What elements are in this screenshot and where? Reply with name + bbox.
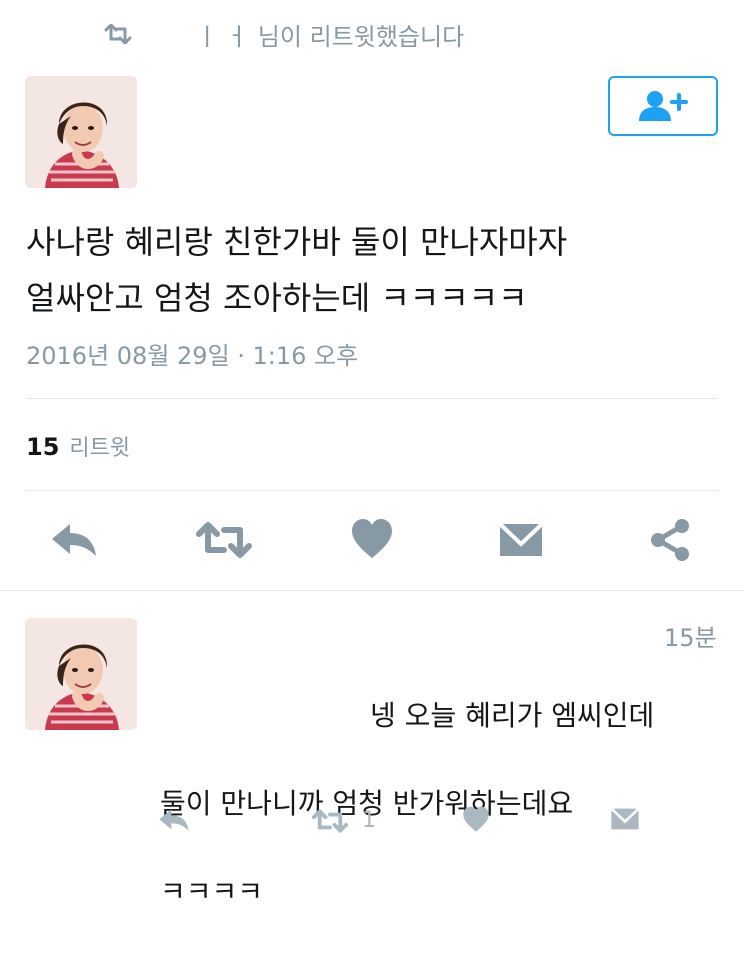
reply-retweet-count: 1 (362, 808, 376, 833)
reply-text-line: 넹 오늘 혜리가 엠씨인데 (370, 699, 655, 732)
divider (26, 398, 718, 399)
reply-timestamp[interactable]: 15분 (664, 618, 717, 653)
share-button[interactable] (648, 518, 692, 562)
reply-text: 넹 오늘 혜리가 엠씨인데 둘이 만나니까 엄청 반가워하는데요 ㅋㅋㅋㅋ (160, 650, 720, 958)
retweet-button[interactable] (196, 522, 252, 558)
retweet-context-text: 님이 리트윗했습니다 (257, 22, 465, 51)
share-icon (648, 518, 692, 562)
retweet-icon (312, 808, 348, 833)
retweeter-name[interactable]: ㅣ ㅓ (196, 17, 248, 52)
heart-icon (350, 518, 394, 560)
retweet-stats[interactable]: 15 리트윗 (26, 430, 130, 462)
retweet-icon (104, 24, 132, 44)
divider (26, 490, 718, 491)
reply-retweet-button[interactable]: 1 (312, 808, 376, 833)
envelope-icon (610, 806, 640, 832)
reply-icon (158, 808, 190, 832)
reply-message-button[interactable] (610, 806, 640, 832)
message-button[interactable] (498, 520, 544, 560)
retweet-icon (196, 522, 252, 558)
author-avatar[interactable] (25, 76, 137, 188)
retweet-context: ㅣ ㅓ 님이 리트윗했습니다 (104, 17, 465, 52)
reply-reply-button[interactable] (158, 808, 190, 832)
section-divider (0, 590, 744, 591)
reply-button[interactable] (50, 522, 98, 558)
retweet-count: 15 (26, 433, 60, 461)
reply-icon (50, 522, 98, 558)
retweet-count-label: 리트윗 (69, 436, 131, 461)
tweet-timestamp[interactable]: 2016년 08월 29일 · 1:16 오후 (26, 336, 358, 371)
heart-icon (462, 806, 490, 833)
reply-like-button[interactable] (462, 806, 490, 833)
tweet-text: 사나랑 혜리랑 친한가바 둘이 만나자마자 얼싸안고 엄청 조아하는데 ㅋㅋㅋㅋ… (26, 223, 568, 317)
envelope-icon (498, 520, 544, 560)
like-button[interactable] (350, 518, 394, 560)
reply-text-line: ㅋㅋㅋㅋ (160, 875, 264, 908)
reply-author-photo (25, 618, 137, 730)
author-photo (25, 76, 137, 188)
follow-button[interactable] (608, 76, 718, 136)
add-user-icon (637, 89, 689, 123)
reply-author-avatar[interactable] (25, 618, 137, 730)
